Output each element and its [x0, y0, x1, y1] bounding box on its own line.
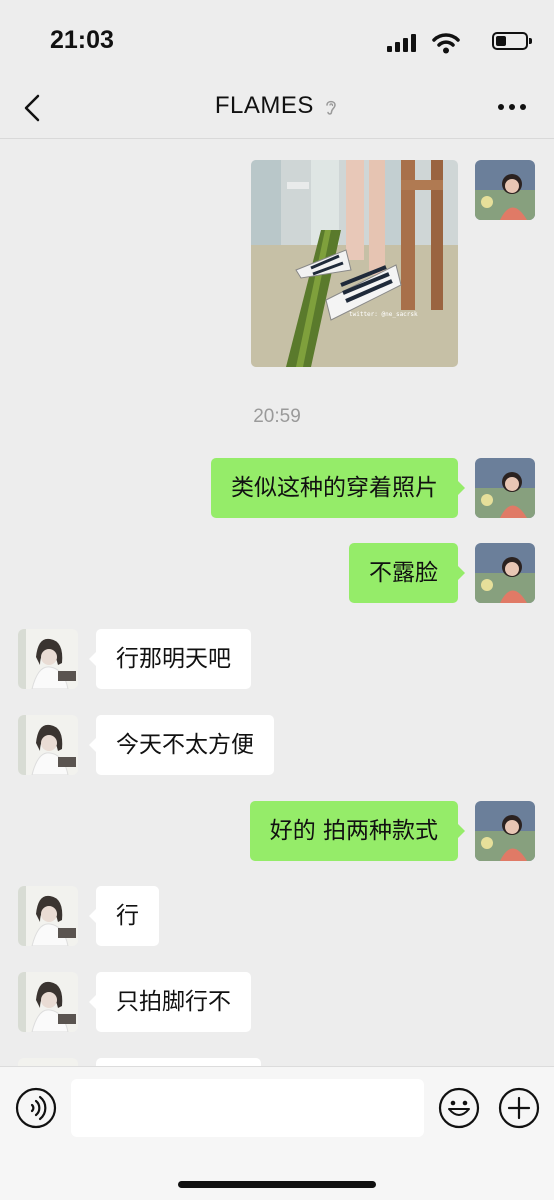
contact-avatar[interactable] [18, 1058, 78, 1066]
wifi-icon [432, 33, 460, 54]
sent-message-bubble[interactable]: 类似这种的穿着照片 [211, 458, 465, 518]
status-bar: 21:03 [0, 0, 554, 80]
sent-message-bubble[interactable]: 好的 拍两种款式 [249, 801, 466, 861]
status-time: 21:03 [50, 26, 114, 54]
more-icon[interactable] [498, 104, 526, 112]
received-message-bubble[interactable]: 行那明天吧 [89, 629, 251, 689]
input-bar [0, 1066, 554, 1200]
emoji-icon[interactable] [438, 1087, 480, 1129]
message-timestamp: 20:59 [253, 406, 301, 427]
chat-header: FLAMES [0, 80, 554, 139]
signal-icon [387, 34, 417, 52]
battery-icon [492, 32, 532, 50]
status-icons [378, 30, 532, 58]
chat-title-text: FLAMES [214, 92, 314, 119]
received-message-bubble[interactable]: 只拍脚行不 [89, 972, 251, 1032]
my-avatar[interactable] [475, 458, 535, 518]
my-avatar[interactable] [475, 160, 535, 220]
battery-level-fill [496, 36, 506, 46]
received-message-bubble-partial[interactable] [96, 1058, 261, 1066]
contact-avatar[interactable] [18, 629, 78, 689]
sneakers-photo: twitter: @ne_sacrsk [251, 160, 458, 367]
my-avatar[interactable] [475, 801, 535, 861]
sent-message-bubble[interactable]: 不露脸 [349, 543, 465, 603]
received-message-bubble[interactable]: 今天不太方便 [89, 715, 274, 775]
contact-avatar[interactable] [18, 886, 78, 946]
message-input[interactable] [71, 1079, 424, 1137]
contact-avatar[interactable] [18, 715, 78, 775]
ear-icon [326, 100, 336, 115]
home-indicator[interactable] [178, 1181, 376, 1188]
photo-watermark: twitter: @ne_sacrsk [349, 311, 418, 318]
message-list[interactable]: twitter: @ne_sacrsk 20:59 类似这种的穿着照片 不露脸 … [0, 139, 554, 1066]
my-avatar[interactable] [475, 543, 535, 603]
received-message-bubble[interactable]: 行 [89, 886, 159, 946]
voice-icon[interactable] [15, 1087, 57, 1129]
plus-icon[interactable] [498, 1087, 540, 1129]
contact-avatar[interactable] [18, 972, 78, 1032]
photo-message[interactable]: twitter: @ne_sacrsk [251, 160, 458, 367]
chat-title: FLAMES [0, 92, 554, 120]
